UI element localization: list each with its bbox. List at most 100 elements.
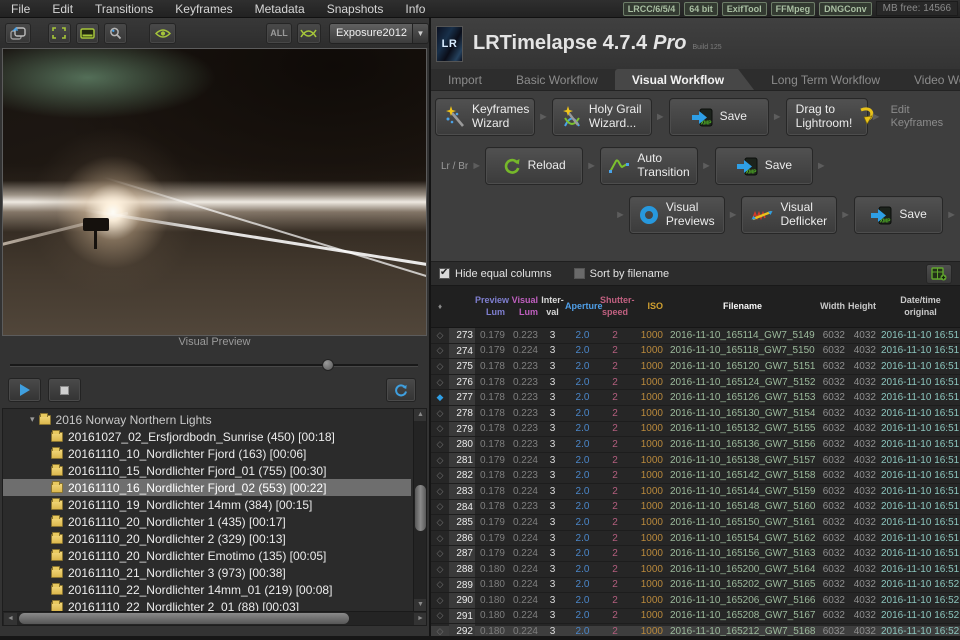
menu-file[interactable]: File: [0, 0, 41, 18]
keyframes-wizard-button[interactable]: Keyframes Wizard: [435, 98, 535, 136]
tab-video-workflow[interactable]: Video Workflow: [897, 69, 960, 90]
menu-metadata[interactable]: Metadata: [244, 0, 316, 18]
table-row[interactable]: ◇ 284 0.178 0.223 3 2.0 2 1000 2016-11-10_165148…: [431, 499, 960, 516]
preview-panel-button[interactable]: [76, 22, 100, 44]
col-header-interval[interactable]: Inter- val: [540, 295, 565, 318]
keyframe-diamond[interactable]: ◇: [431, 595, 449, 606]
preset-dropdown[interactable]: Exposure2012 ▼: [329, 22, 429, 44]
table-row[interactable]: ◇ 291 0.180 0.224 3 2.0 2 1000 2016-11-10_165208…: [431, 608, 960, 625]
col-header-preview-lum[interactable]: Preview Lum: [475, 295, 509, 318]
fullscreen-button[interactable]: [47, 22, 72, 44]
menu-keyframes[interactable]: Keyframes: [164, 0, 243, 18]
preset-value[interactable]: Exposure2012: [329, 22, 413, 44]
folder-item[interactable]: 20161027_02_Ersfjordbodn_Sunrise (450) […: [3, 428, 411, 445]
scroll-left-icon[interactable]: ◄: [4, 613, 17, 625]
slider-handle[interactable]: [322, 359, 335, 371]
caret-down-icon[interactable]: ▾: [30, 414, 35, 425]
auto-transition-button[interactable]: Auto Transition: [600, 147, 699, 185]
keyframe-diamond[interactable]: ◇: [431, 377, 449, 388]
sort-by-filename-label[interactable]: Sort by filename: [590, 268, 669, 280]
toggle-preview-button[interactable]: [149, 22, 177, 44]
save-button-3[interactable]: XMP Save: [854, 196, 944, 234]
folder-item[interactable]: 20161110_19_Nordlichter 14mm (384) [00:1…: [3, 496, 411, 513]
col-header-aperture[interactable]: Aperture: [565, 301, 603, 312]
save-button-1[interactable]: XMP Save: [668, 98, 769, 136]
keyframe-diamond[interactable]: ◇: [431, 470, 449, 481]
holy-grail-wizard-button[interactable]: Holy Grail Wizard...: [551, 98, 652, 136]
table-row[interactable]: ◇ 290 0.180 0.224 3 2.0 2 1000 2016-11-10_165206…: [431, 593, 960, 609]
folder-vscrollbar[interactable]: ▲ ▼: [413, 409, 426, 611]
table-row[interactable]: ◇ 287 0.179 0.224 3 2.0 2 1000 2016-11-10_165156…: [431, 546, 960, 562]
curves-toggle-button[interactable]: [296, 22, 321, 44]
keyframe-diamond-selected[interactable]: ◆: [431, 392, 449, 403]
folder-item[interactable]: 20161110_21_Nordlichter 3 (973) [00:38]: [3, 564, 411, 581]
all-filter-button[interactable]: ALL: [266, 22, 292, 44]
folder-root[interactable]: ▾ 2016 Norway Northern Lights: [3, 411, 411, 428]
folder-item[interactable]: 20161110_20_Nordlichter Emotimo (135) [0…: [3, 547, 411, 564]
table-row[interactable]: ◇ 285 0.179 0.224 3 2.0 2 1000 2016-11-10_165150…: [431, 515, 960, 531]
keyframe-diamond[interactable]: ◇: [431, 408, 449, 419]
keyframe-diamond[interactable]: ◇: [431, 548, 449, 559]
tab-long-term-workflow[interactable]: Long Term Workflow: [754, 69, 897, 90]
tab-basic-workflow[interactable]: Basic Workflow: [499, 69, 615, 90]
scroll-right-icon[interactable]: ►: [414, 613, 426, 625]
table-row[interactable]: ◇ 289 0.180 0.224 3 2.0 2 1000 2016-11-10_165202…: [431, 577, 960, 594]
keyframe-diamond[interactable]: ◇: [431, 423, 449, 434]
compare-views-button[interactable]: [5, 22, 31, 44]
scroll-down-icon[interactable]: ▼: [414, 599, 426, 611]
col-header-width[interactable]: Width: [815, 301, 845, 312]
folder-item[interactable]: 20161110_10_Nordlichter Fjord (163) [00:…: [3, 445, 411, 462]
keyframe-diamond[interactable]: ◇: [431, 533, 449, 544]
scroll-up-icon[interactable]: ▲: [414, 409, 426, 421]
table-row[interactable]: ◇ 279 0.178 0.223 3 2.0 2 1000 2016-11-10_165132…: [431, 421, 960, 438]
keyframe-diamond[interactable]: ◇: [431, 564, 449, 575]
table-row[interactable]: ◇ 275 0.178 0.223 3 2.0 2 1000 2016-11-10_165120…: [431, 359, 960, 375]
folder-item[interactable]: 20161110_20_Nordlichter 1 (435) [00:17]: [3, 513, 411, 530]
visual-preview-image[interactable]: [2, 48, 427, 336]
drag-to-lightroom-button[interactable]: Drag to Lightroom!: [785, 98, 874, 136]
col-header-datetime[interactable]: Date/time original: [876, 295, 960, 318]
preview-position-slider[interactable]: [10, 358, 418, 372]
table-row[interactable]: ◇ 283 0.178 0.224 3 2.0 2 1000 2016-11-10_165144…: [431, 483, 960, 500]
table-row[interactable]: ◇ 282 0.178 0.223 3 2.0 2 1000 2016-11-10_165142…: [431, 468, 960, 484]
table-row[interactable]: ◆ 277 0.178 0.223 3 2.0 2 1000 2016-11-10_165126…: [431, 390, 960, 406]
refresh-preview-button[interactable]: [386, 378, 416, 402]
table-row[interactable]: ◇ 276 0.178 0.223 3 2.0 2 1000 2016-11-10_165124…: [431, 374, 960, 391]
table-row[interactable]: ◇ 274 0.179 0.224 3 2.0 2 1000 2016-11-10_165118…: [431, 343, 960, 360]
play-button[interactable]: [8, 378, 41, 402]
col-header-shutter[interactable]: Shutter- speed: [600, 295, 635, 318]
table-row[interactable]: ◇ 273 0.179 0.223 3 2.0 2 1000 2016-11-10_165114…: [431, 328, 960, 344]
table-row[interactable]: ◇ 286 0.179 0.224 3 2.0 2 1000 2016-11-10_165154…: [431, 530, 960, 547]
stop-button[interactable]: [48, 378, 81, 402]
tab-visual-workflow[interactable]: Visual Workflow: [615, 69, 754, 90]
table-row[interactable]: ◇ 281 0.179 0.224 3 2.0 2 1000 2016-11-10_165138…: [431, 452, 960, 469]
keyframe-diamond[interactable]: ◇: [431, 486, 449, 497]
menu-edit[interactable]: Edit: [41, 0, 84, 18]
keyframe-diamond[interactable]: ◇: [431, 439, 449, 450]
col-header-height[interactable]: Height: [845, 301, 876, 312]
save-button-2[interactable]: XMP Save: [714, 147, 813, 185]
chevron-down-icon[interactable]: ▼: [413, 22, 429, 44]
menu-info[interactable]: Info: [394, 0, 436, 18]
table-row[interactable]: ◇ 288 0.180 0.224 3 2.0 2 1000 2016-11-10_165200…: [431, 561, 960, 578]
keyframe-diamond[interactable]: ◇: [431, 501, 449, 512]
tab-import[interactable]: Import: [431, 69, 499, 90]
table-row[interactable]: ◇ 278 0.178 0.223 3 2.0 2 1000 2016-11-10_165130…: [431, 405, 960, 422]
folder-item[interactable]: 20161110_16_Nordlichter Fjord_02 (553) […: [3, 479, 411, 496]
table-columns-button[interactable]: [926, 263, 952, 284]
sort-by-filename-checkbox[interactable]: [573, 268, 585, 279]
keyframe-diamond[interactable]: ◇: [431, 345, 449, 356]
table-row[interactable]: ◇ 280 0.178 0.223 3 2.0 2 1000 2016-11-10_165136…: [431, 437, 960, 453]
menu-transitions[interactable]: Transitions: [84, 0, 164, 18]
keyframe-diamond[interactable]: ◇: [431, 330, 449, 341]
keyframe-diamond[interactable]: ◇: [431, 610, 449, 621]
col-header-visual-lum[interactable]: Visual Lum: [507, 295, 540, 318]
keyframe-diamond[interactable]: ◇: [431, 361, 449, 372]
keyframe-diamond[interactable]: ◇: [431, 517, 449, 528]
keyframe-diamond[interactable]: ◇: [431, 455, 449, 466]
col-header-iso[interactable]: ISO: [630, 301, 665, 312]
keyframe-diamond[interactable]: ◇: [431, 579, 449, 590]
vscroll-thumb[interactable]: [415, 485, 426, 531]
visual-previews-button[interactable]: Visual Previews: [628, 196, 725, 234]
zoom-preview-button[interactable]: [104, 22, 128, 44]
